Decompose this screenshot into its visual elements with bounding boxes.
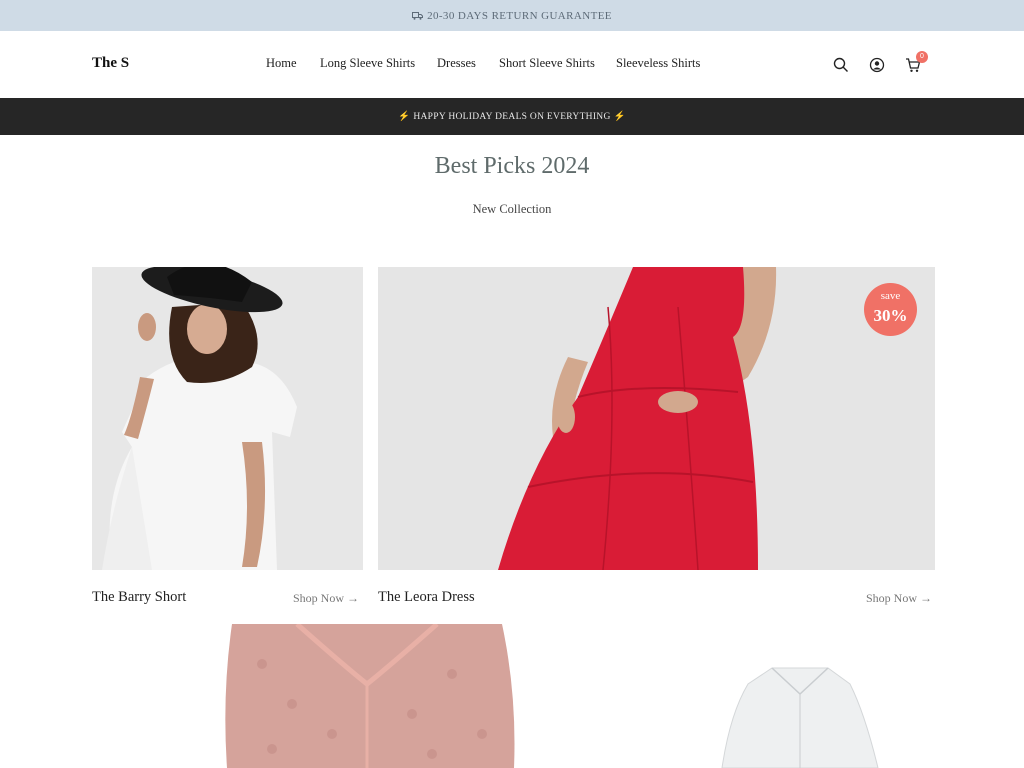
nav-sleeveless-shirts[interactable]: Sleeveless Shirts (616, 56, 700, 71)
announcement-text: 20-30 DAYS RETURN GUARANTEE (427, 9, 612, 22)
arrow-right-icon: → (347, 591, 360, 605)
promo-bar: ⚡ HAPPY HOLIDAY DEALS ON EVERYTHING ⚡ (0, 98, 1024, 135)
site-logo[interactable]: The S (92, 55, 129, 72)
section-title: Best Picks 2024 (434, 153, 590, 179)
shop-now-label: Shop Now (866, 591, 918, 605)
product-image-pink-blouse[interactable] (92, 624, 635, 768)
product-title[interactable]: The Barry Short (92, 589, 186, 606)
save-badge-value: 30% (873, 306, 908, 325)
nav-home[interactable]: Home (266, 56, 297, 71)
lightning-icon: ⚡ (398, 112, 411, 122)
promo-text: HAPPY HOLIDAY DEALS ON EVERYTHING (413, 111, 611, 122)
shop-now-link[interactable]: Shop Now → (866, 591, 932, 606)
arrow-right-icon: → (920, 591, 933, 605)
product-title[interactable]: The Leora Dress (378, 589, 475, 606)
product-image-white-shirt[interactable] (650, 624, 935, 768)
search-icon[interactable] (832, 56, 850, 74)
announcement-bar: 20-30 DAYS RETURN GUARANTEE (0, 0, 1024, 31)
lightning-icon: ⚡ (613, 112, 626, 122)
shop-now-label: Shop Now (293, 591, 345, 605)
shop-now-link[interactable]: Shop Now → (293, 591, 359, 606)
save-badge-label: save (880, 290, 901, 302)
nav-dresses[interactable]: Dresses (437, 56, 476, 71)
site-header: The S Home Long Sleeve Shirts Dresses Sh… (0, 31, 1024, 98)
product-image-leora-dress[interactable] (378, 267, 935, 570)
nav-long-sleeve-shirts[interactable]: Long Sleeve Shirts (320, 56, 415, 71)
account-icon[interactable] (868, 56, 886, 74)
product-image-barry-short[interactable] (92, 267, 363, 570)
nav-short-sleeve-shirts[interactable]: Short Sleeve Shirts (499, 56, 595, 71)
truck-icon (412, 11, 424, 20)
cart-count-badge: 0 (916, 51, 928, 63)
section-subtitle: New Collection (472, 202, 552, 216)
save-badge: save 30% (864, 283, 917, 336)
